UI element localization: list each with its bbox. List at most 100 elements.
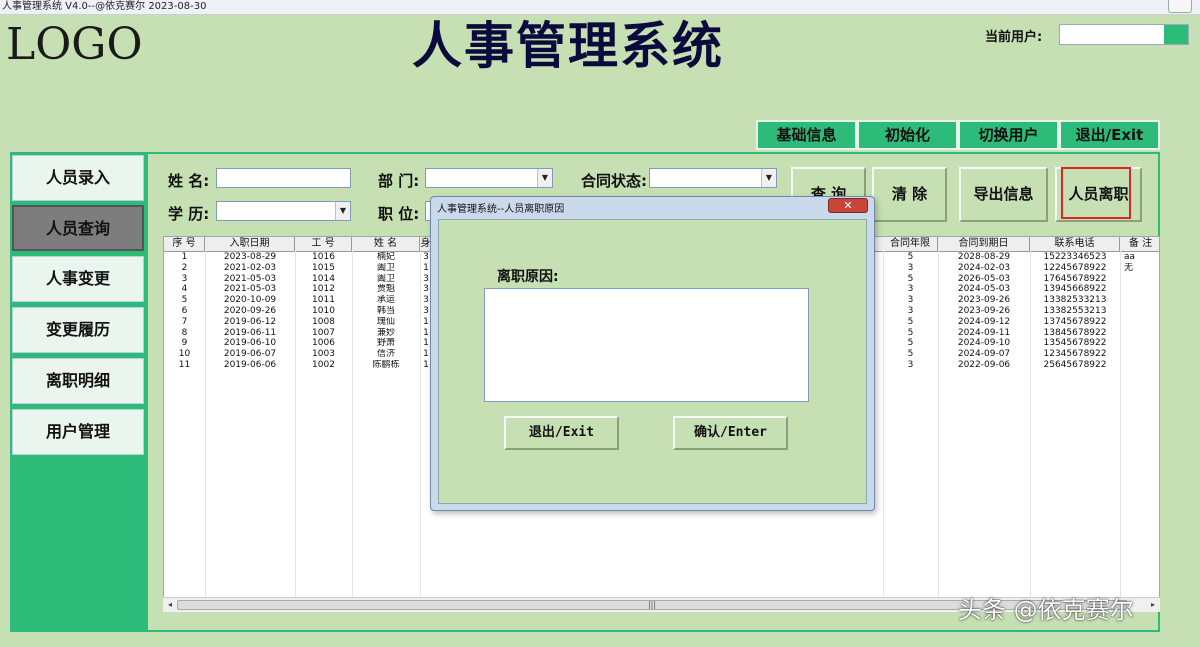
dialog-exit-button[interactable]: 退出/Exit <box>504 416 619 450</box>
sidebar: 人员录入 人员查询 人事变更 变更履历 离职明细 用户管理 <box>10 152 146 632</box>
sidebar-item-history[interactable]: 变更履历 <box>12 307 144 353</box>
col-contract-years: 合同年限 <box>883 237 938 251</box>
contract-status-select[interactable]: ▼ <box>649 168 777 188</box>
table-cell-name: 韩当 <box>376 306 395 316</box>
name-input[interactable] <box>216 168 351 188</box>
table-cell-id: 1002 <box>312 360 335 370</box>
window-title-bar: 人事管理系统 V4.0--@依克赛尔 2023-08-30 <box>0 0 1200 15</box>
dialog-confirm-button[interactable]: 确认/Enter <box>673 416 788 450</box>
table-cell-note: 无 <box>1124 262 1134 273</box>
table-cell-note: aa <box>1124 252 1136 262</box>
scroll-left-icon[interactable]: ◂ <box>163 598 177 612</box>
table-cell-name: 兼妙 <box>376 327 395 338</box>
sidebar-item-change[interactable]: 人事变更 <box>12 256 144 302</box>
table-cell-date: 2020-10-09 <box>223 295 277 306</box>
position-label: 职 位: <box>378 205 420 223</box>
table-cell-years: 5 <box>907 349 914 360</box>
initialize-button[interactable]: 初始化 <box>857 120 958 150</box>
table-cell-expiry: 2024-09-11 <box>957 327 1011 338</box>
table-cell-id: 1010 <box>312 306 335 316</box>
table-cell-id: 1012 <box>312 284 335 295</box>
reason-textarea[interactable] <box>484 288 809 402</box>
table-cell-seq: 4 <box>181 284 188 295</box>
table-cell-expiry: 2024-09-12 <box>957 316 1011 327</box>
sidebar-item-query[interactable]: 人员查询 <box>12 205 144 251</box>
resign-reason-dialog: 人事管理系统--人员离职原因 ✕ 离职原因: 退出/Exit 确认/Enter <box>430 196 875 511</box>
table-cell-date: 2020-09-26 <box>223 306 277 316</box>
table-cell-expiry: 2023-09-26 <box>957 306 1011 316</box>
table-cell-phone: 25645678922 <box>1043 360 1107 370</box>
table-cell-seq: 11 <box>178 360 191 370</box>
table-cell-date: 2019-06-07 <box>223 349 277 360</box>
table-cell-years: 5 <box>907 327 914 338</box>
table-cell-phone: 13382533213 <box>1043 295 1107 306</box>
table-cell-seq: 10 <box>178 349 191 360</box>
watermark: 头条 @依克赛尔 <box>958 596 1134 624</box>
table-cell-expiry: 2028-08-29 <box>957 252 1011 262</box>
table-cell-name: 楠妃 <box>376 252 395 262</box>
table-cell-date: 2019-06-10 <box>223 338 277 349</box>
education-label: 学 历: <box>168 205 210 223</box>
dialog-close-button[interactable]: ✕ <box>828 198 868 213</box>
table-cell-date: 2019-06-06 <box>223 360 277 370</box>
switch-user-button[interactable]: 切换用户 <box>958 120 1059 150</box>
window-title: 人事管理系统 V4.0--@依克赛尔 2023-08-30 <box>2 1 207 12</box>
table-cell-seq: 8 <box>181 327 188 338</box>
table-cell-phone: 17645678922 <box>1043 273 1107 284</box>
table-cell-date: 2019-06-12 <box>223 316 277 327</box>
table-cell-date: 2021-05-03 <box>223 273 277 284</box>
table-cell-id: 1007 <box>312 327 335 338</box>
col-contract-expiry: 合同到期日 <box>938 237 1030 251</box>
chevron-down-icon: ▼ <box>761 169 776 187</box>
basic-info-button[interactable]: 基础信息 <box>756 120 857 150</box>
col-seq: 序 号 <box>164 237 205 251</box>
table-cell-phone: 13745678922 <box>1043 316 1107 327</box>
col-id: 工 号 <box>295 237 352 251</box>
dialog-body: 离职原因: 退出/Exit 确认/Enter <box>438 219 867 504</box>
contract-status-label: 合同状态: <box>581 172 647 190</box>
current-user-field[interactable] <box>1059 24 1189 45</box>
table-cell-years: 5 <box>907 316 914 327</box>
page-title: 人事管理系统 <box>412 16 724 75</box>
table-cell-expiry: 2024-09-10 <box>957 338 1011 349</box>
table-cell-phone: 13382553213 <box>1043 306 1107 316</box>
table-cell-phone: 12345678922 <box>1043 349 1107 360</box>
sidebar-item-resignations[interactable]: 离职明细 <box>12 358 144 404</box>
table-cell-date: 2019-06-11 <box>223 327 277 338</box>
clear-button[interactable]: 清 除 <box>872 167 947 222</box>
table-cell-id: 1008 <box>312 316 335 327</box>
table-cell-years: 3 <box>907 306 914 316</box>
table-cell-name: 阖卫 <box>376 262 395 273</box>
current-user-label: 当前用户: <box>985 30 1043 45</box>
education-select[interactable]: ▼ <box>216 201 351 221</box>
table-cell-date: 2021-05-03 <box>223 284 277 295</box>
table-cell-date: 2021-02-03 <box>223 262 277 273</box>
table-cell-seq: 2 <box>181 262 188 273</box>
table-cell-years: 3 <box>907 295 914 306</box>
col-phone: 联系电话 <box>1030 237 1120 251</box>
col-note: 备 注 <box>1128 238 1153 249</box>
exit-button[interactable]: 退出/Exit <box>1059 120 1160 150</box>
table-cell-id: 1014 <box>312 273 335 284</box>
scroll-right-icon[interactable]: ▸ <box>1146 598 1160 612</box>
table-cell-expiry: 2026-05-03 <box>957 273 1011 284</box>
table-cell-name: 阖卫 <box>376 273 395 284</box>
export-button[interactable]: 导出信息 <box>959 167 1048 222</box>
table-cell-name: 野萧 <box>376 338 395 349</box>
resign-button-highlight <box>1061 167 1131 219</box>
sidebar-item-users[interactable]: 用户管理 <box>12 409 144 455</box>
table-cell-phone: 12245678922 <box>1043 262 1107 273</box>
user-indicator <box>1164 25 1188 44</box>
dept-select[interactable]: ▼ <box>425 168 553 188</box>
table-cell-expiry: 2024-05-03 <box>957 284 1011 295</box>
chevron-down-icon: ▼ <box>335 202 350 220</box>
sidebar-item-entry[interactable]: 人员录入 <box>12 155 144 201</box>
col-date: 入职日期 <box>205 237 295 251</box>
table-cell-phone: 13945668922 <box>1043 284 1107 295</box>
table-cell-name: 贾魁 <box>376 284 395 295</box>
table-cell-phone: 15223346523 <box>1043 252 1107 262</box>
table-cell-expiry: 2024-09-07 <box>957 349 1011 360</box>
dept-label: 部 门: <box>378 172 420 190</box>
table-cell-id: 1015 <box>312 262 335 273</box>
window-close-button[interactable] <box>1168 0 1192 13</box>
